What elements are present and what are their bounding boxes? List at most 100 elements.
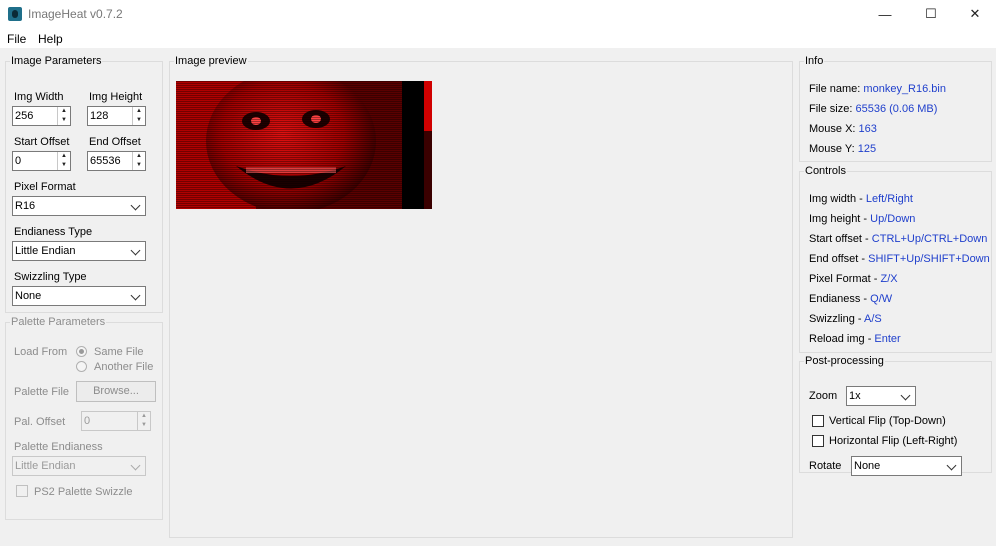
pixel-format-select[interactable]: R16 <box>12 196 146 216</box>
endianess-type-select[interactable]: Little Endian <box>12 241 146 261</box>
control-row: Img width - Left/Right <box>809 193 913 205</box>
mouse-x-value: 163 <box>858 123 877 135</box>
down-arrow-icon[interactable]: ▼ <box>138 421 150 430</box>
up-arrow-icon[interactable]: ▲ <box>58 152 70 161</box>
menu-bar: File Help <box>0 28 996 48</box>
ps2-palette-swizzle-checkbox[interactable] <box>16 485 28 497</box>
control-key: Enter <box>874 333 901 345</box>
swizzling-type-select[interactable]: None <box>12 286 146 306</box>
rotate-select[interactable]: None <box>851 456 962 476</box>
img-width-spinner[interactable]: 256 ▲ ▼ <box>12 106 71 126</box>
chevron-down-icon <box>130 245 141 256</box>
same-file-radio[interactable] <box>76 346 87 357</box>
maximize-button[interactable]: ☐ <box>908 0 954 28</box>
control-key: Left/Right <box>865 193 913 205</box>
menu-help[interactable]: Help <box>38 32 63 46</box>
control-row: End offset - SHIFT+Up/SHIFT+Down <box>809 253 990 265</box>
file-name-label: File name: <box>809 83 864 95</box>
mouse-y-value: 125 <box>857 143 877 155</box>
up-arrow-icon[interactable]: ▲ <box>133 107 145 116</box>
control-key: Q/W <box>870 293 893 305</box>
palette-parameters-title: Palette Parameters <box>11 316 106 328</box>
info-title: Info <box>805 55 824 67</box>
control-key: Up/Down <box>870 213 916 225</box>
mouse-x-label: Mouse X: <box>809 123 859 135</box>
controls-title: Controls <box>805 165 846 177</box>
img-width-label: Img Width <box>14 91 64 103</box>
end-offset-label: End Offset <box>89 136 141 148</box>
control-label: Start offset - <box>809 233 872 245</box>
img-height-value: 128 <box>90 110 109 122</box>
img-width-value: 256 <box>15 110 34 122</box>
control-label: Img height - <box>809 213 871 225</box>
minimize-button[interactable]: — <box>862 0 908 28</box>
down-arrow-icon[interactable]: ▼ <box>133 161 145 170</box>
swizzling-type-value: None <box>15 290 42 302</box>
same-file-label: Same File <box>94 346 144 358</box>
control-label: Img width - <box>809 193 866 205</box>
pal-offset-spinner[interactable]: 0 ▲ ▼ <box>81 411 151 431</box>
end-offset-value: 65536 <box>90 155 121 167</box>
image-preview-group: Image preview <box>169 55 793 538</box>
control-row: Pixel Format - Z/X <box>809 273 898 285</box>
zoom-select[interactable]: 1x <box>846 386 916 406</box>
mouse-x-row: Mouse X: 163 <box>809 123 877 135</box>
chevron-down-icon <box>130 290 141 301</box>
post-processing-title: Post-processing <box>805 355 884 367</box>
zoom-value: 1x <box>849 390 861 402</box>
control-row: Start offset - CTRL+Up/CTRL+Down <box>809 233 987 245</box>
horizontal-flip-label: Horizontal Flip (Left-Right) <box>829 435 958 447</box>
start-offset-label: Start Offset <box>14 136 70 148</box>
control-label: Endianess - <box>809 293 871 305</box>
control-label: Pixel Format - <box>809 273 881 285</box>
control-key: Z/X <box>880 273 898 285</box>
start-offset-spinner[interactable]: 0 ▲ ▼ <box>12 151 71 171</box>
file-size-label: File size: <box>809 103 856 115</box>
image-parameters-group: Image Parameters Img Width Img Height 25… <box>5 55 163 313</box>
another-file-label: Another File <box>94 361 154 373</box>
img-height-label: Img Height <box>89 91 143 103</box>
file-name-value: monkey_R16.bin <box>863 83 946 95</box>
vertical-flip-label: Vertical Flip (Top-Down) <box>829 415 946 427</box>
close-button[interactable]: ✕ <box>952 0 996 28</box>
file-size-value: 65536 (0.06 MB) <box>855 103 938 115</box>
palette-parameters-group: Palette Parameters Load From Same File A… <box>5 316 163 520</box>
pal-offset-label: Pal. Offset <box>14 416 66 428</box>
control-label: Swizzling - <box>809 313 865 325</box>
ps2-palette-swizzle-label: PS2 Palette Swizzle <box>34 486 133 498</box>
control-key: A/S <box>864 313 882 325</box>
up-arrow-icon[interactable]: ▲ <box>133 152 145 161</box>
monkey-image <box>176 81 432 209</box>
start-offset-value: 0 <box>15 155 22 167</box>
load-from-label: Load From <box>14 346 68 358</box>
browse-button[interactable]: Browse... <box>76 381 156 402</box>
zoom-label: Zoom <box>809 390 838 402</box>
rotate-value: None <box>854 460 881 472</box>
swizzling-type-label: Swizzling Type <box>14 271 87 283</box>
img-height-spinner[interactable]: 128 ▲ ▼ <box>87 106 146 126</box>
pal-offset-value: 0 <box>84 415 91 427</box>
post-processing-group: Post-processing Zoom 1x Vertical Flip (T… <box>799 355 992 476</box>
rotate-label: Rotate <box>809 460 842 472</box>
info-group: Info File name: monkey_R16.bin File size… <box>799 55 992 162</box>
up-arrow-icon[interactable]: ▲ <box>138 412 150 421</box>
end-offset-spinner[interactable]: 65536 ▲ ▼ <box>87 151 146 171</box>
another-file-radio[interactable] <box>76 361 87 372</box>
control-row: Swizzling - A/S <box>809 313 882 325</box>
chevron-down-icon <box>130 200 141 211</box>
preview-image[interactable] <box>176 81 432 209</box>
menu-file[interactable]: File <box>7 32 26 46</box>
pixel-format-label: Pixel Format <box>14 181 76 193</box>
up-arrow-icon[interactable]: ▲ <box>58 107 70 116</box>
horizontal-flip-checkbox[interactable] <box>812 435 824 447</box>
chevron-down-icon <box>900 390 911 401</box>
down-arrow-icon[interactable]: ▼ <box>58 161 70 170</box>
mouse-y-row: Mouse Y: 125 <box>809 143 876 155</box>
image-parameters-title: Image Parameters <box>11 55 102 67</box>
down-arrow-icon[interactable]: ▼ <box>58 116 70 125</box>
down-arrow-icon[interactable]: ▼ <box>133 116 145 125</box>
vertical-flip-checkbox[interactable] <box>812 415 824 427</box>
palette-endianess-select[interactable]: Little Endian <box>12 456 146 476</box>
endianess-type-label: Endianess Type <box>14 226 93 238</box>
chevron-down-icon <box>130 460 141 471</box>
